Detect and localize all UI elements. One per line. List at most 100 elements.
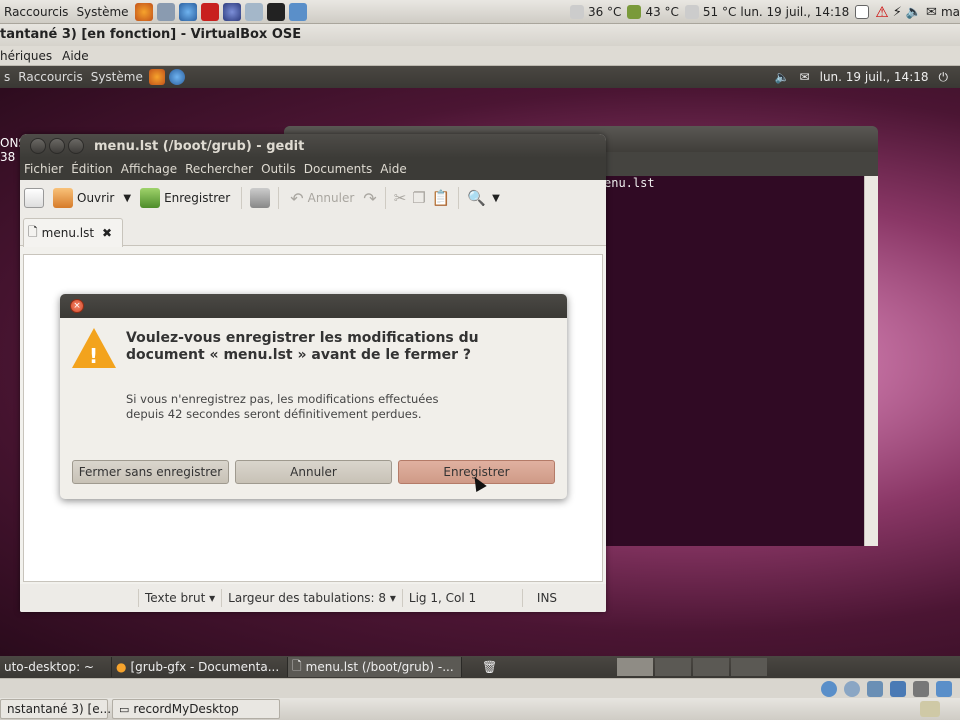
- gpu-sensor-icon: [627, 5, 642, 19]
- gedit-menubar: Fichier Édition Affichage Rechercher Out…: [20, 158, 606, 180]
- cancel-button[interactable]: Annuler: [235, 460, 392, 484]
- dialog-titlebar[interactable]: ×: [60, 294, 567, 318]
- terminal-scrollbar[interactable]: [864, 176, 878, 546]
- menu-edition[interactable]: Édition: [67, 162, 117, 176]
- task-virtualbox[interactable]: nstantané 3) [e...: [0, 699, 111, 719]
- host-menu-raccourcis[interactable]: Raccourcis: [0, 5, 72, 19]
- dialog-heading: Voulez-vous enregistrer les modification…: [126, 330, 479, 363]
- users-icon[interactable]: [244, 2, 263, 21]
- guest-taskbar: uto-desktop: ~ ● [grub-gfx - Documenta...…: [0, 656, 960, 678]
- tab-width-selector[interactable]: Largeur des tabulations: 8 ▾: [221, 589, 402, 607]
- tab-menu-lst[interactable]: 🗋 menu.lst ✖: [23, 218, 123, 247]
- mail-icon[interactable]: ✉: [800, 70, 810, 84]
- gedit-statusbar: Texte brut ▾ Largeur des tabulations: 8 …: [20, 584, 606, 612]
- user-menu[interactable]: ma: [941, 5, 960, 19]
- task-gedit[interactable]: 🗋 menu.lst (/boot/grub) -...: [288, 657, 462, 677]
- firefox-icon[interactable]: [148, 69, 165, 85]
- toolbar-separator: [458, 187, 460, 209]
- hdd-icon[interactable]: [821, 680, 837, 697]
- menu-fichier[interactable]: Fichier: [20, 162, 67, 176]
- menu-documents[interactable]: Documents: [300, 162, 376, 176]
- tab-label: menu.lst: [41, 226, 95, 240]
- task-firefox[interactable]: ● [grub-gfx - Documenta...: [112, 657, 288, 677]
- open-label: Ouvrir: [77, 191, 115, 205]
- workspace-icon[interactable]: [920, 701, 940, 717]
- vbox-statusbar: [0, 678, 960, 698]
- terminal-launcher-icon[interactable]: [266, 2, 285, 21]
- open-dropdown-icon[interactable]: ▼: [123, 193, 131, 204]
- vbox-menu-peripheriques[interactable]: hériques: [0, 49, 52, 63]
- mouse-integration-icon[interactable]: [936, 680, 952, 697]
- disk-sensor-icon: [684, 5, 699, 19]
- syntax-mode-selector[interactable]: Texte brut ▾: [138, 589, 221, 607]
- task-terminal[interactable]: uto-desktop: ~: [0, 657, 112, 677]
- insert-mode: INS: [521, 589, 563, 607]
- volume-icon[interactable]: 🔈: [906, 5, 922, 20]
- folder-icon: [53, 188, 73, 208]
- network-status-icon[interactable]: ⚡: [893, 5, 902, 20]
- document-tabs: 🗋 menu.lst ✖: [20, 216, 606, 247]
- shared-folder-icon[interactable]: [913, 680, 929, 697]
- redo-icon[interactable]: ↷: [363, 189, 376, 208]
- usb-icon[interactable]: [890, 680, 906, 697]
- temp-3: 51 °C: [702, 5, 737, 19]
- new-document-icon[interactable]: [24, 188, 44, 208]
- workspace-switcher[interactable]: [617, 658, 768, 676]
- chromium-icon[interactable]: [178, 2, 197, 21]
- close-without-saving-button[interactable]: Fermer sans enregistrer: [72, 460, 229, 484]
- maximize-window-icon[interactable]: [68, 138, 84, 154]
- toolbar-separator: [384, 187, 386, 209]
- menu-outils[interactable]: Outils: [257, 162, 300, 176]
- guest-clock[interactable]: lun. 19 juil., 14:18: [820, 70, 929, 84]
- screenshot-icon[interactable]: [288, 2, 307, 21]
- host-menu-systeme[interactable]: Système: [72, 5, 132, 19]
- copy-icon[interactable]: ❐: [412, 189, 425, 207]
- save-confirm-dialog: × ! Voulez-vous enregistrer les modifica…: [60, 294, 567, 499]
- network-icon[interactable]: [222, 2, 241, 21]
- guest-menu-raccourcis[interactable]: Raccourcis: [14, 70, 86, 84]
- temp-1: 36 °C: [587, 5, 622, 19]
- help-icon[interactable]: [168, 69, 185, 85]
- host-top-panel: Raccourcis Système 36 °C 43 °C 51 °C lun…: [0, 0, 960, 24]
- cut-icon[interactable]: ✂: [394, 189, 407, 207]
- guest-desktop: s Raccourcis Système 🔈 ✉ lun. 19 juil., …: [0, 66, 960, 656]
- search-dropdown-icon[interactable]: ▼: [492, 193, 500, 204]
- alert-icon[interactable]: ⚠: [875, 3, 888, 21]
- task-recordmydesktop[interactable]: ▭ recordMyDesktop: [112, 699, 280, 719]
- firefox-icon[interactable]: [134, 2, 153, 21]
- host-panel-indicators: 36 °C 43 °C 51 °C lun. 19 juil., 14:18 ⚠…: [568, 0, 960, 23]
- window-list-icon[interactable]: [855, 5, 870, 19]
- power-icon[interactable]: ⏻: [939, 70, 949, 85]
- guest-panel-indicators: 🔈 ✉ lun. 19 juil., 14:18 ⏻: [775, 66, 948, 88]
- vbox-menu-aide[interactable]: Aide: [62, 49, 89, 63]
- search-icon[interactable]: 🔍: [467, 189, 486, 207]
- network-icon[interactable]: [867, 680, 883, 697]
- dialog-body: Si vous n'enregistrez pas, les modificat…: [126, 392, 439, 421]
- host-clock[interactable]: lun. 19 juil., 14:18: [740, 5, 849, 19]
- filezilla-icon[interactable]: [200, 2, 219, 21]
- toolbar-separator: [241, 187, 243, 209]
- minimize-window-icon[interactable]: [49, 138, 65, 154]
- close-window-icon[interactable]: [30, 138, 46, 154]
- volume-icon[interactable]: 🔈: [775, 70, 790, 84]
- menu-aide[interactable]: Aide: [376, 162, 411, 176]
- mail-icon[interactable]: ✉: [926, 5, 937, 20]
- toolbar-separator: [278, 187, 280, 209]
- trash-icon[interactable]: 🗑: [482, 660, 497, 674]
- cd-icon[interactable]: [844, 680, 860, 697]
- guest-menu-systeme[interactable]: Système: [87, 70, 147, 84]
- menu-affichage[interactable]: Affichage: [117, 162, 181, 176]
- paste-icon[interactable]: 📋: [432, 189, 451, 207]
- guest-menu-applications[interactable]: s: [0, 70, 14, 84]
- open-button[interactable]: Ouvrir: [50, 186, 117, 210]
- save-button[interactable]: Enregistrer: [137, 186, 233, 210]
- gedit-titlebar[interactable]: menu.lst (/boot/grub) - gedit: [20, 134, 606, 158]
- print-icon[interactable]: [250, 188, 271, 208]
- virtualbox-title: tantané 3) [en fonction] - VirtualBox OS…: [0, 24, 960, 46]
- cursor-position: Lig 1, Col 1: [401, 589, 522, 607]
- undo-button[interactable]: ↶ Annuler: [287, 187, 357, 210]
- app-launcher-icon[interactable]: [156, 2, 175, 21]
- close-tab-icon[interactable]: ✖: [102, 226, 112, 240]
- close-icon[interactable]: ×: [70, 299, 84, 313]
- menu-rechercher[interactable]: Rechercher: [181, 162, 257, 176]
